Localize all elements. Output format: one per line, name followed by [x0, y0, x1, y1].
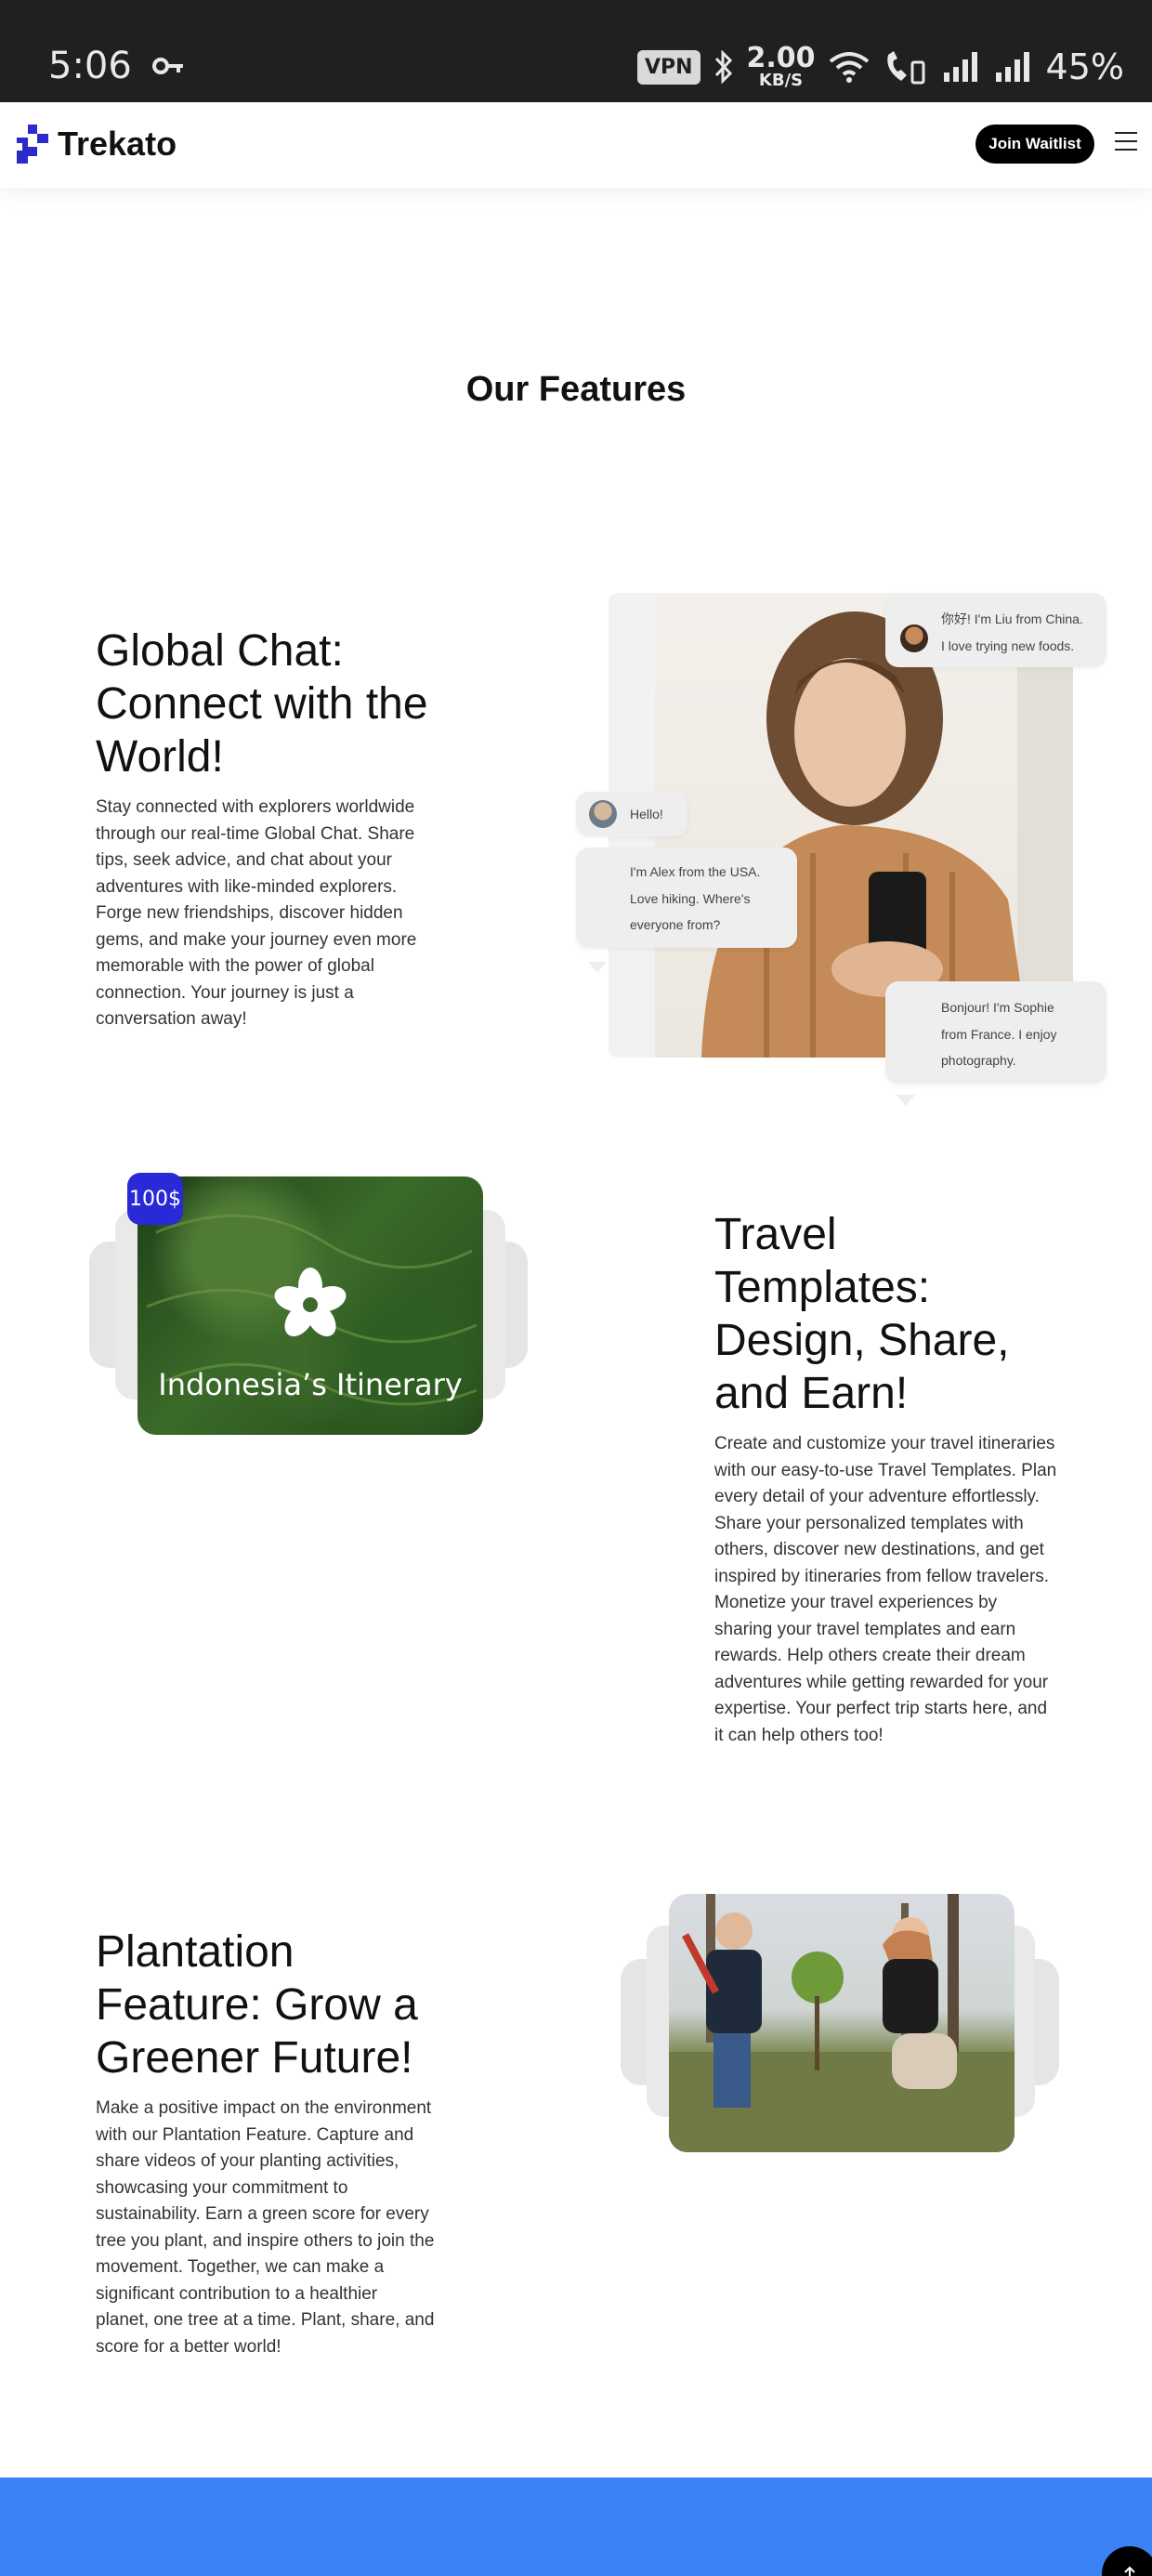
battery-level: 45%	[1045, 46, 1124, 87]
feature-title-travel-templates: Travel Templates: Design, Share, and Ear…	[714, 1210, 1010, 1418]
chat-bubble-alex: I'm Alex from the USA. Love hiking. Wher…	[576, 848, 797, 948]
feature-title-plantation: Plantation Feature: Grow a Greener Futur…	[96, 1927, 418, 2083]
status-bar: 5:06 VPN 2.00 KB/S 45%	[0, 0, 1152, 102]
footer-band	[0, 2477, 1152, 2576]
feature-body-travel-templates: Create and customize your travel itinera…	[714, 1434, 1057, 1745]
avatar-liu	[900, 624, 928, 652]
chat-bubble-tail	[588, 962, 607, 973]
feature-body-plantation: Make a positive impact on the environmen…	[96, 2098, 435, 2357]
logo-text: Trekato	[58, 125, 177, 163]
feature-body-global-chat: Stay connected with explorers worldwide …	[96, 797, 417, 1029]
chat-bubble-sophie: Bonjour! I'm Sophie from France. I enjoy…	[885, 981, 1106, 1084]
price-badge: 100$	[127, 1173, 183, 1225]
avatar-alex	[589, 800, 617, 828]
logo[interactable]: Trekato	[15, 123, 177, 165]
itinerary-card-title: Indonesia’s Itinerary	[158, 1367, 463, 1402]
signal-icon-2	[994, 50, 1033, 84]
flower-logo-icon	[274, 1268, 347, 1337]
wifi-calling-icon	[883, 49, 929, 85]
join-waitlist-button[interactable]: Join Waitlist	[975, 125, 1094, 164]
section-title: Our Features	[465, 370, 687, 409]
chat-bubble-liu: 你好! I'm Liu from China. I love trying ne…	[885, 593, 1106, 667]
itinerary-card[interactable]: Indonesia’s Itinerary	[137, 1176, 483, 1435]
arrow-up-icon	[1124, 2566, 1135, 2576]
status-icons: VPN 2.00 KB/S 45%	[636, 41, 1124, 93]
vpn-badge: VPN	[636, 49, 700, 85]
bluetooth-icon	[713, 50, 734, 84]
hamburger-menu-icon[interactable]	[1115, 132, 1137, 154]
network-speed: 2.00 KB/S	[746, 42, 816, 90]
status-time: 5:06	[48, 45, 132, 87]
planting-tree-photo	[669, 1894, 1015, 2152]
logo-icon	[17, 125, 48, 164]
feature-title-global-chat: Global Chat: Connect with the World!	[96, 626, 428, 782]
key-icon	[152, 58, 183, 74]
signal-icon-1	[942, 50, 981, 84]
chat-bubble-tail	[897, 1095, 915, 1106]
chat-bubble-hello: Hello!	[576, 792, 687, 836]
wifi-icon	[829, 50, 870, 84]
site-header: Trekato Join Waitlist	[0, 102, 1152, 188]
